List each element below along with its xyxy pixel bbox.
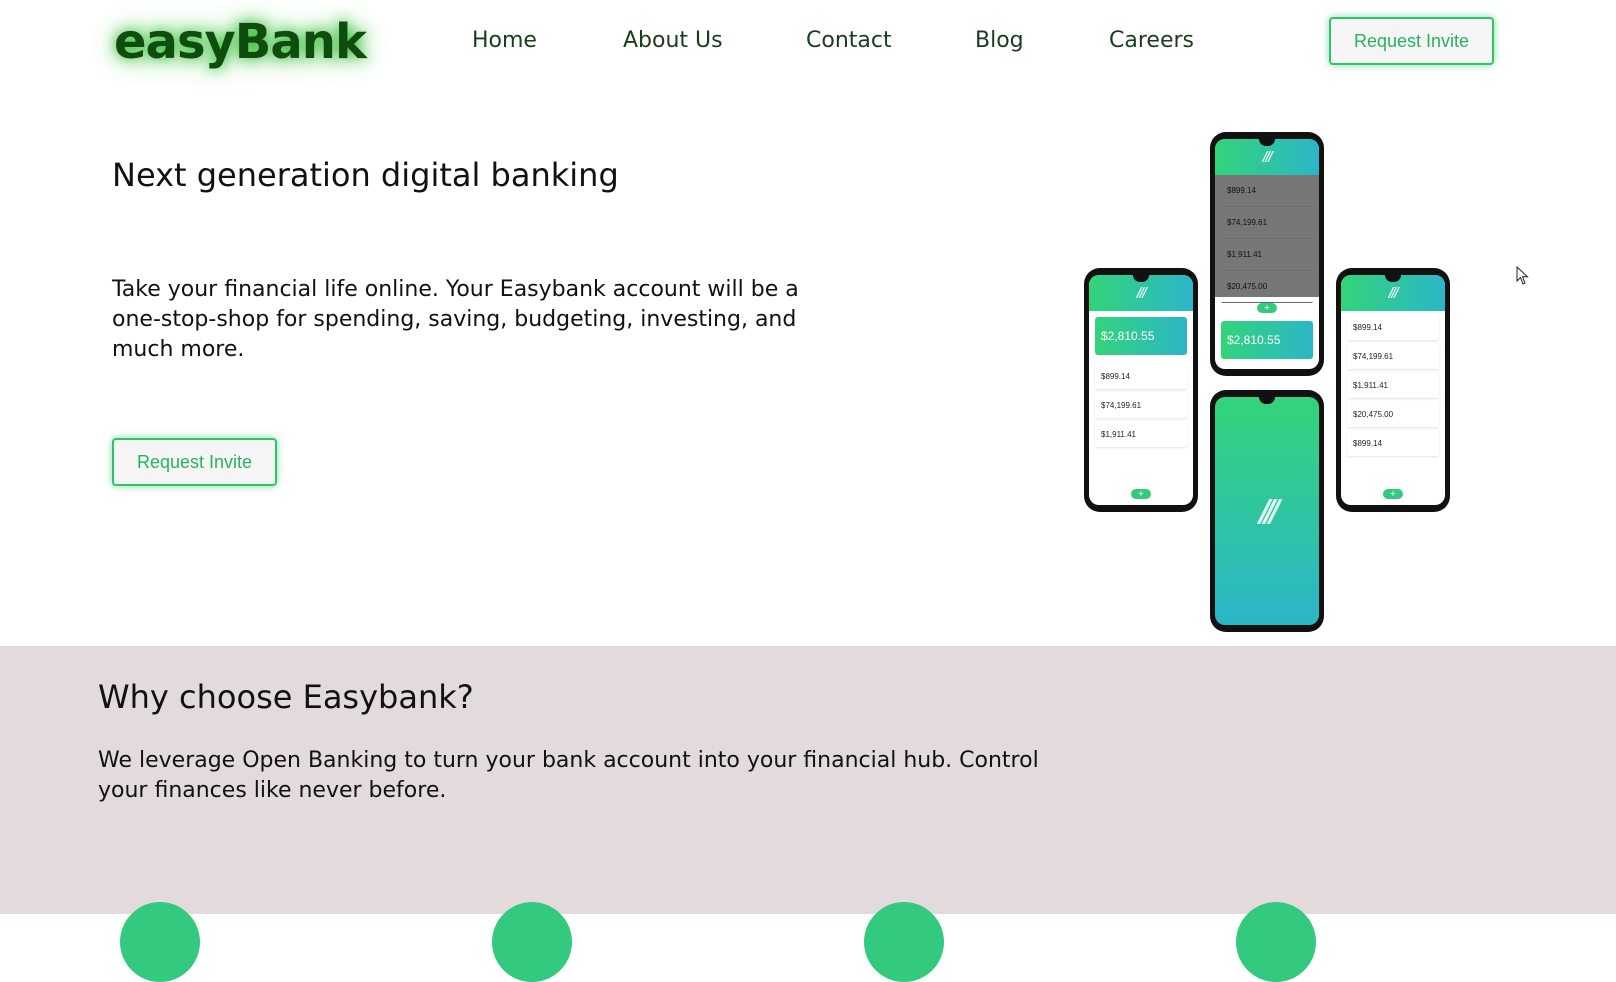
header-request-invite-button[interactable]: Request Invite [1329,17,1494,65]
account-row: $899.14 [1221,175,1313,207]
account-row: $899.14 [1095,363,1187,389]
total-balance-card: $2,810.55 [1221,321,1313,359]
feature-icon-circle [492,902,572,982]
app-logo-icon: /// [1262,149,1273,165]
nav-home[interactable]: Home [472,28,537,53]
account-row: $74,199.61 [1347,343,1439,369]
mouse-cursor-icon [1516,266,1529,285]
phone-center-bottom: /// [1210,390,1324,632]
why-section: Why choose Easybank? We leverage Open Ba… [0,646,1616,982]
hero-request-invite-button[interactable]: Request Invite [112,438,277,486]
account-row: $1,911.41 [1221,239,1313,271]
app-logo-icon: /// [1388,285,1399,301]
hero-text: Take your financial life online. Your Ea… [112,277,799,362]
plus-icon: + [1257,303,1277,313]
why-text: We leverage Open Banking to turn your ba… [98,748,1039,803]
account-row: $20,475.00 [1347,401,1439,427]
feature-icon-circle [120,902,200,982]
app-logo-icon: /// [1259,493,1281,529]
logo[interactable]: easyBank [114,14,367,70]
account-row: $20,475.00 [1221,271,1313,303]
nav-contact[interactable]: Contact [806,28,892,53]
nav-about-us[interactable]: About Us [623,28,723,53]
app-logo-icon: /// [1136,285,1147,301]
total-balance-card: $2,810.55 [1095,317,1187,355]
account-row: $899.14 [1347,314,1439,340]
account-row: $899.14 [1347,430,1439,456]
account-row: $74,199.61 [1221,207,1313,239]
plus-icon: + [1131,489,1151,499]
feature-icon-circle [1236,902,1316,982]
nav-careers[interactable]: Careers [1109,28,1194,53]
why-title: Why choose Easybank? [98,678,474,716]
phone-right: /// $899.14 $74,199.61 $1,911.41 $20,475… [1336,268,1450,512]
account-row: $1,911.41 [1347,372,1439,398]
phone-center-top: /// $899.14 $74,199.61 $1,911.41 $20,475… [1210,132,1324,376]
plus-icon: + [1383,489,1403,499]
account-row: $74,199.61 [1095,392,1187,418]
hero-title: Next generation digital banking [112,156,619,194]
feature-icon-circle [864,902,944,982]
nav-blog[interactable]: Blog [975,28,1024,53]
account-row: $1,911.41 [1095,421,1187,447]
phone-left: /// $2,810.55 $899.14 $74,199.61 $1,911.… [1084,268,1198,512]
